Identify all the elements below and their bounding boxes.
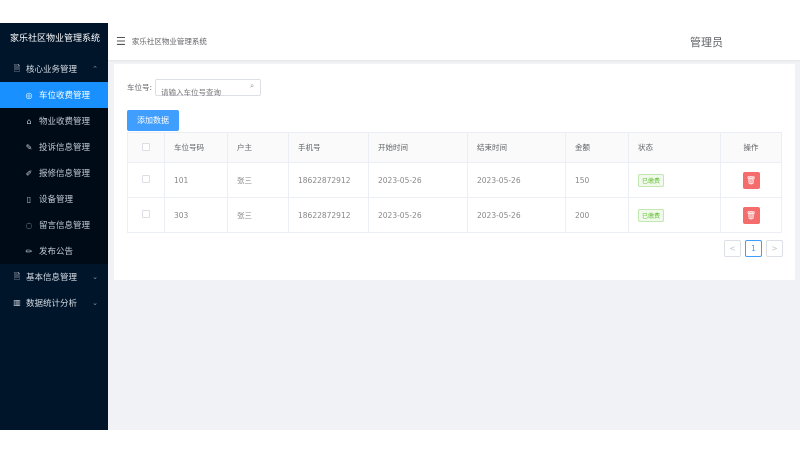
column-header: 开始时间 bbox=[368, 132, 468, 163]
sidebar-item-property-fee[interactable]: ⌂ 物业收费管理 bbox=[0, 108, 108, 134]
trash-icon: 🗑 bbox=[745, 210, 757, 220]
row-checkbox-cell bbox=[127, 162, 165, 198]
cell-space: 303 bbox=[164, 197, 228, 233]
sidebar-group-label: 基本信息管理 bbox=[26, 273, 78, 283]
data-table: 车位号码 户主 手机号 开始时间 结束时间 金额 状态 操作 101 张三 18… bbox=[127, 132, 782, 233]
cell-end: 2023-05-26 bbox=[467, 162, 566, 198]
cell-phone: 18622872912 bbox=[288, 197, 369, 233]
status-badge: 已缴费 bbox=[638, 173, 665, 187]
search-icon[interactable]: ⌕ bbox=[250, 82, 254, 91]
menu-toggle-icon[interactable]: ☰ bbox=[116, 35, 126, 48]
column-header: 金额 bbox=[565, 132, 629, 163]
user-name[interactable]: 管理员 bbox=[690, 34, 723, 50]
header-checkbox-cell bbox=[127, 132, 165, 163]
edit-icon: ✐ bbox=[25, 168, 33, 178]
row-checkbox[interactable] bbox=[142, 210, 150, 218]
page-number-button[interactable]: 1 bbox=[745, 240, 762, 257]
chevron-up-icon: ⌃ bbox=[92, 65, 98, 73]
sidebar-item-announcements[interactable]: ✏ 发布公告 bbox=[0, 238, 108, 264]
cell-start: 2023-05-26 bbox=[368, 197, 468, 233]
chevron-down-icon: ⌄ bbox=[92, 299, 98, 307]
next-page-button[interactable]: > bbox=[766, 240, 783, 257]
sidebar-group-label: 数据统计分析 bbox=[26, 299, 78, 309]
cell-amount: 150 bbox=[565, 162, 629, 198]
sidebar-item-label: 物业收费管理 bbox=[39, 117, 91, 127]
add-data-button[interactable]: 添加数据 bbox=[127, 110, 179, 131]
app-brand: 家乐社区物业管理系统 bbox=[0, 23, 108, 56]
sidebar-item-label: 设备管理 bbox=[39, 195, 74, 205]
sidebar-item-label: 发布公告 bbox=[39, 247, 74, 257]
sidebar-item-devices[interactable]: ▯ 设备管理 bbox=[0, 186, 108, 212]
message-icon: ◌ bbox=[25, 220, 33, 230]
cell-status: 已缴费 bbox=[628, 162, 721, 198]
breadcrumb: 家乐社区物业管理系统 bbox=[131, 37, 207, 46]
cell-space: 101 bbox=[164, 162, 228, 198]
sidebar-group-label: 核心业务管理 bbox=[26, 65, 78, 75]
sidebar-group-basic-info[interactable]: 🗎 基本信息管理 ⌄ bbox=[0, 264, 108, 290]
sidebar-item-messages[interactable]: ◌ 留言信息管理 bbox=[0, 212, 108, 238]
delete-button[interactable]: 🗑 bbox=[742, 171, 760, 189]
main-area: ☰ 家乐社区物业管理系统 管理员 车位号: ⌕ 添加数据 车位号码 户主 bbox=[108, 23, 800, 430]
sidebar: 家乐社区物业管理系统 🗎 核心业务管理 ⌃ ◎ 车位收费管理 ⌂ 物业收费管理 … bbox=[0, 23, 108, 430]
column-header: 结束时间 bbox=[467, 132, 566, 163]
cell-owner: 张三 bbox=[227, 162, 289, 198]
sidebar-group-core[interactable]: 🗎 核心业务管理 ⌃ bbox=[0, 56, 108, 82]
sidebar-item-repairs[interactable]: ✐ 报修信息管理 bbox=[0, 160, 108, 186]
edit-icon: ✎ bbox=[25, 142, 33, 152]
sidebar-item-parking-fee[interactable]: ◎ 车位收费管理 bbox=[0, 82, 108, 108]
column-header: 操作 bbox=[720, 132, 782, 163]
sidebar-group-statistics[interactable]: ▥ 数据统计分析 ⌄ bbox=[0, 290, 108, 316]
app-window: 家乐社区物业管理系统 🗎 核心业务管理 ⌃ ◎ 车位收费管理 ⌂ 物业收费管理 … bbox=[0, 23, 800, 430]
search-input[interactable] bbox=[156, 85, 245, 100]
table-row: 303 张三 18622872912 2023-05-26 2023-05-26… bbox=[127, 197, 782, 233]
document-icon: 🗎 bbox=[13, 64, 21, 73]
document-icon: 🗎 bbox=[13, 272, 21, 281]
column-header: 车位号码 bbox=[164, 132, 228, 163]
status-badge: 已缴费 bbox=[638, 208, 665, 222]
prev-page-button[interactable]: < bbox=[724, 240, 741, 257]
pen-icon: ✏ bbox=[25, 246, 33, 256]
sidebar-submenu-core: ◎ 车位收费管理 ⌂ 物业收费管理 ✎ 投诉信息管理 ✐ 报修信息管理 ▯ 设备… bbox=[0, 82, 108, 264]
content-card: 车位号: ⌕ 添加数据 车位号码 户主 手机号 开始时间 结束时间 bbox=[114, 64, 795, 280]
search-bar: 车位号: ⌕ bbox=[127, 79, 262, 100]
search-box: ⌕ bbox=[155, 79, 262, 100]
search-label: 车位号: bbox=[127, 83, 153, 92]
device-icon: ▯ bbox=[26, 194, 32, 204]
cell-phone: 18622872912 bbox=[288, 162, 369, 198]
cell-status: 已缴费 bbox=[628, 197, 721, 233]
cell-amount: 200 bbox=[565, 197, 629, 233]
cell-actions: 🗑 bbox=[720, 197, 782, 233]
select-all-checkbox[interactable] bbox=[142, 142, 150, 151]
sidebar-item-label: 投诉信息管理 bbox=[39, 143, 91, 153]
pagination: < 1 > bbox=[724, 240, 783, 257]
sidebar-item-label: 留言信息管理 bbox=[39, 221, 91, 231]
row-checkbox-cell bbox=[127, 197, 165, 233]
chevron-down-icon: ⌄ bbox=[92, 273, 98, 281]
cell-start: 2023-05-26 bbox=[368, 162, 468, 198]
cell-end: 2023-05-26 bbox=[467, 197, 566, 233]
home-icon: ⌂ bbox=[26, 116, 32, 126]
delete-button[interactable]: 🗑 bbox=[742, 206, 760, 224]
column-header: 手机号 bbox=[288, 132, 369, 163]
sidebar-item-label: 车位收费管理 bbox=[39, 91, 91, 101]
column-header: 户主 bbox=[227, 132, 289, 163]
sidebar-item-complaints[interactable]: ✎ 投诉信息管理 bbox=[0, 134, 108, 160]
car-icon: ◎ bbox=[25, 90, 33, 100]
chart-icon: ▥ bbox=[13, 298, 21, 307]
table-row: 101 张三 18622872912 2023-05-26 2023-05-26… bbox=[127, 162, 782, 198]
cell-actions: 🗑 bbox=[720, 162, 782, 198]
row-checkbox[interactable] bbox=[142, 175, 150, 183]
table-header-row: 车位号码 户主 手机号 开始时间 结束时间 金额 状态 操作 bbox=[127, 132, 782, 163]
column-header: 状态 bbox=[628, 132, 721, 163]
cell-owner: 张三 bbox=[227, 197, 289, 233]
sidebar-item-label: 报修信息管理 bbox=[39, 169, 91, 179]
trash-icon: 🗑 bbox=[745, 175, 757, 185]
top-header: ☰ 家乐社区物业管理系统 管理员 bbox=[108, 23, 800, 60]
